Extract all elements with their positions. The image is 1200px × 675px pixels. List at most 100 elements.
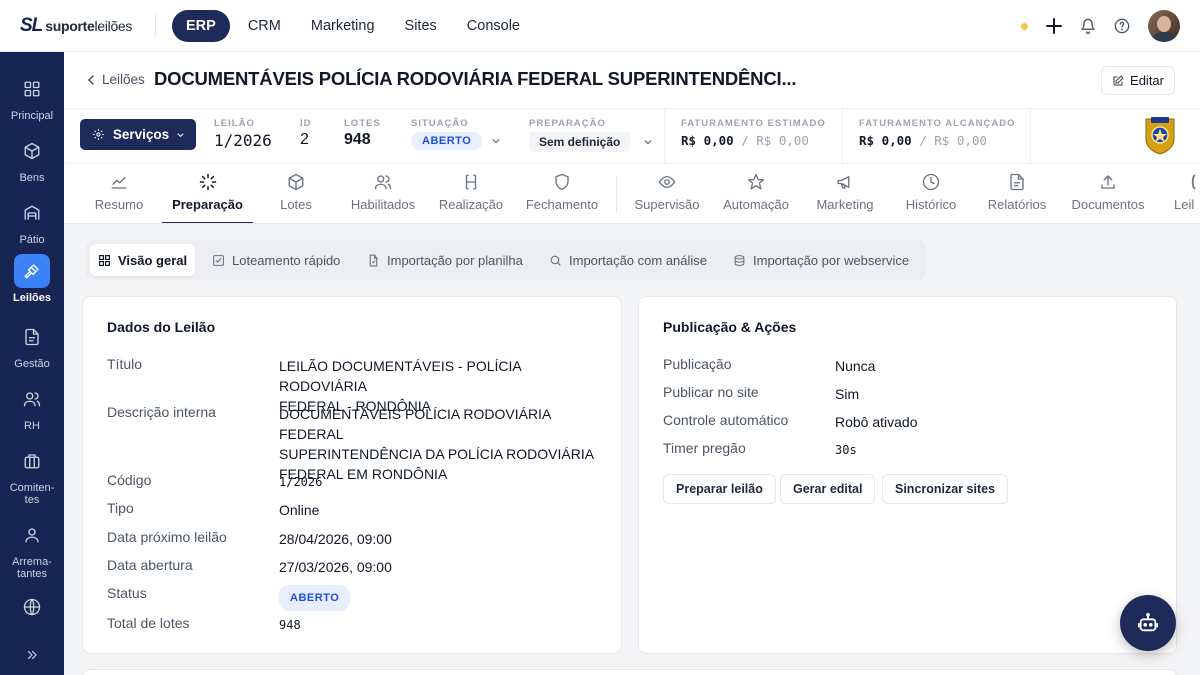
divider: [616, 176, 617, 212]
stat-label: PREPARAÇÃO: [529, 118, 606, 129]
services-button[interactable]: Serviços: [80, 119, 196, 150]
top-actions: [1021, 10, 1180, 42]
next-card: [82, 669, 1177, 675]
sub-tabs: Visão geral Loteamento rápido Importação…: [86, 240, 926, 280]
stat-label: ID: [300, 118, 312, 129]
tab-documentos[interactable]: Documentos: [1066, 164, 1150, 223]
document-icon: [14, 320, 50, 354]
tab-label: Realização: [438, 197, 504, 212]
sidebar-item-label: Gestão: [14, 358, 50, 370]
sidebar-item-comitentes[interactable]: Comiten-tes: [0, 444, 64, 506]
plus-icon[interactable]: [1046, 18, 1062, 34]
tab-marketing[interactable]: Marketing: [810, 164, 880, 223]
situacao-select[interactable]: ABERTO: [411, 132, 500, 150]
sidebar-item-principal[interactable]: Principal: [0, 72, 64, 122]
edit-button[interactable]: Editar: [1101, 66, 1175, 95]
preparar-leilao-button[interactable]: Preparar leilão: [663, 474, 776, 504]
stat-faturamento-estimado: FATURAMENTO ESTIMADO R$ 0,00 / R$ 0,00: [681, 118, 826, 148]
field-label: Publicar no site: [663, 384, 759, 400]
tab-leil[interactable]: Leil: [1168, 164, 1200, 223]
avatar[interactable]: [1148, 10, 1180, 42]
tab-resumo[interactable]: Resumo: [82, 164, 156, 223]
tab-supervisao[interactable]: Supervisão: [632, 164, 702, 223]
tab-fechamento[interactable]: Fechamento: [522, 164, 602, 223]
field-value: 948: [279, 618, 301, 632]
field-value: Online: [279, 502, 320, 518]
gerar-edital-button[interactable]: Gerar edital: [780, 474, 876, 504]
tab-label: Lotes: [280, 197, 312, 212]
help-icon[interactable]: [1114, 18, 1130, 34]
user-icon: [14, 518, 50, 552]
sidebar-expand-button[interactable]: [0, 638, 64, 675]
sidebar-item-bens[interactable]: Bens: [0, 134, 64, 184]
chevrons-right-icon: [14, 638, 50, 672]
subtab-loteamento-rapido[interactable]: Loteamento rápido: [204, 244, 348, 276]
stat-value: R$ 0,00 / R$ 0,00: [859, 133, 987, 148]
sidebar-item-web[interactable]: [0, 590, 64, 628]
sidebar-item-patio[interactable]: Pátio: [0, 196, 64, 246]
sidebar-item-leiloes[interactable]: Leilões: [0, 254, 64, 304]
warehouse-icon: [14, 196, 50, 230]
tab-preparacao[interactable]: Preparação: [162, 164, 253, 223]
nav-sites[interactable]: Sites: [393, 10, 449, 42]
tab-relatorios[interactable]: Relatórios: [982, 164, 1052, 223]
sincronizar-sites-button[interactable]: Sincronizar sites: [882, 474, 1009, 504]
logo-text: suporteleilões: [45, 17, 133, 34]
megaphone-icon: [810, 173, 880, 191]
subtab-importacao-webservice[interactable]: Importação por webservice: [725, 244, 917, 276]
tab-lotes[interactable]: Lotes: [264, 164, 328, 223]
edit-icon: [1113, 75, 1124, 85]
subtab-label: Loteamento rápido: [232, 252, 341, 268]
field-value: Robô ativado: [835, 414, 918, 430]
field-label: Timer pregão: [663, 440, 746, 456]
subtab-importacao-analise[interactable]: Importação com análise: [541, 244, 715, 276]
back-link[interactable]: Leilões: [86, 72, 145, 87]
tab-historico[interactable]: Histórico: [897, 164, 965, 223]
chevron-left-icon: [87, 74, 94, 85]
stat-label: LOTES: [344, 118, 381, 129]
subtab-importacao-planilha[interactable]: Importação por planilha: [359, 244, 531, 276]
nav-marketing[interactable]: Marketing: [299, 10, 387, 42]
grid-icon: [99, 254, 110, 266]
stat-label: FATURAMENTO ESTIMADO: [681, 118, 826, 129]
back-label: Leilões: [102, 72, 145, 87]
globe-icon: [14, 590, 50, 624]
file-icon: [369, 254, 378, 266]
stat-id: ID 2: [300, 118, 312, 149]
tab-automacao[interactable]: Automação: [719, 164, 793, 223]
sidebar-item-label: RH: [24, 420, 40, 432]
tab-label: Leil: [1174, 197, 1195, 212]
stat-preparacao: PREPARAÇÃO Sem definição: [529, 118, 652, 152]
page-header: Leilões DOCUMENTÁVEIS POLÍCIA RODOVIÁRIA…: [64, 52, 1200, 108]
assistant-button[interactable]: [1120, 595, 1176, 651]
card-title: Dados do Leilão: [107, 319, 216, 335]
bell-icon[interactable]: [1080, 18, 1096, 34]
nav-crm[interactable]: CRM: [236, 10, 293, 42]
subtab-visao-geral[interactable]: Visão geral: [90, 244, 196, 276]
preparacao-select[interactable]: Sem definição: [529, 132, 652, 152]
tab-realizacao[interactable]: Realização: [436, 164, 506, 223]
sidebar-item-gestao[interactable]: Gestão: [0, 320, 64, 370]
stat-value: 948: [344, 131, 371, 148]
field-label: Data abertura: [107, 557, 193, 573]
auction-summary-bar: Serviços LEILÃO 1/2026 ID 2 LOTES 948 SI…: [64, 108, 1200, 164]
checkbox-icon: [213, 254, 224, 266]
card-dados-leilao: Dados do Leilão Título LEILÃO DOCUMENTÁV…: [82, 296, 622, 654]
subtab-label: Visão geral: [118, 252, 188, 268]
tab-label: Fechamento: [525, 197, 599, 212]
divider: [155, 13, 156, 38]
divider: [1030, 109, 1031, 164]
brand-logo[interactable]: SL suporteleilões: [20, 15, 155, 37]
divider: [664, 109, 665, 164]
nav-erp[interactable]: ERP: [172, 9, 230, 42]
select-value: Sem definição: [529, 132, 631, 152]
stat-value: 2: [300, 131, 309, 148]
box-icon: [14, 134, 50, 168]
tab-habilitados[interactable]: Habilitados: [344, 164, 422, 223]
sidebar-item-label: Principal: [10, 110, 54, 122]
nav-console[interactable]: Console: [455, 10, 532, 42]
columns-icon: [436, 173, 506, 191]
dashboard-icon: [14, 72, 50, 106]
sidebar-item-rh[interactable]: RH: [0, 382, 64, 432]
sidebar-item-arrematantes[interactable]: Arrema-tantes: [0, 518, 64, 580]
